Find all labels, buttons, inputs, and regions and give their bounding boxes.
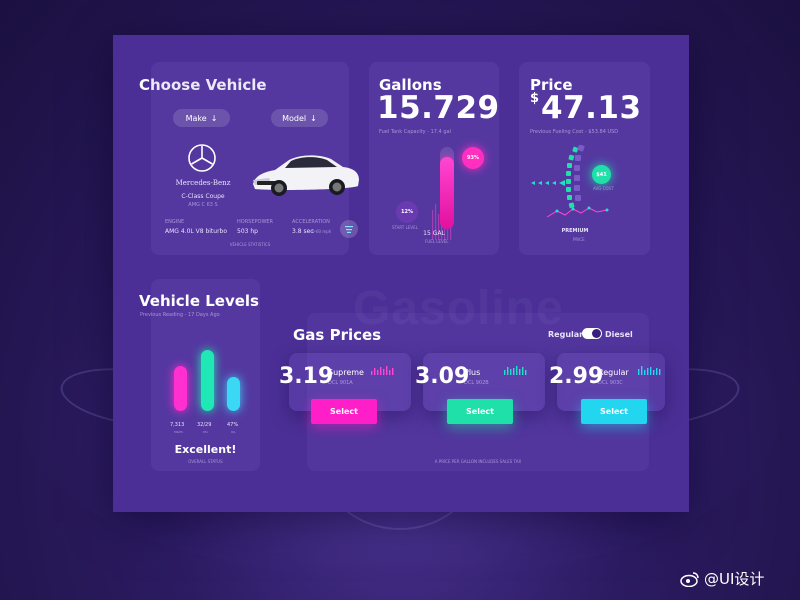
avg-cost-badge: $41 <box>592 165 611 184</box>
gallons-card: Gallons 15.729 Fuel Tank Capacity - 17.4… <box>369 62 499 255</box>
gallons-bottom-value: 15 GAL <box>423 230 445 237</box>
level-bar-psi <box>201 350 214 411</box>
level-bar-oil <box>227 377 240 411</box>
fuel-tube-fill <box>440 156 454 229</box>
start-level-badge: 12% <box>396 201 418 223</box>
price-caption: Previous Fueling Cost - $53.84 USD <box>530 129 619 135</box>
price-regular: 2.99 <box>549 364 604 389</box>
price-currency: $ <box>530 91 540 106</box>
select-plus-button[interactable]: Select <box>447 399 513 424</box>
price-value: 47.13 <box>541 90 642 126</box>
spec-label-horsepower: HORSEPOWER <box>237 219 274 225</box>
name-plus: Plus <box>464 368 481 377</box>
toggle-knob <box>592 329 601 338</box>
spec-value-horsepower: 503 hp <box>237 228 258 235</box>
model-sub: AMG C 63 S <box>188 202 218 208</box>
spec-label-acceleration: ACCELERATION <box>292 219 330 225</box>
spec-value-acceleration: 3.8 sec <box>292 228 314 235</box>
gallons-caption: Fuel Tank Capacity - 17.4 gal <box>379 129 451 135</box>
price-label: PRICE <box>573 237 585 242</box>
vehicle-statistics-caption: VEHICLE STATISTICS <box>229 242 271 247</box>
watermark-text: @UI设计 <box>704 570 765 588</box>
gas-prices-footer: A PRICE PER GALLON INCLUDES SALES TAX <box>434 459 522 464</box>
price-gauge <box>531 145 609 218</box>
spec-value-engine: AMG 4.0L V8 biturbo <box>165 228 228 235</box>
mini-chart-regular <box>638 366 661 375</box>
weibo-watermark: @UI设计 <box>680 568 764 589</box>
make-label: Make <box>185 113 207 123</box>
fuel-tube <box>440 147 454 229</box>
level-value-oil: 47% <box>227 422 239 428</box>
code-supreme: DCL 901A <box>328 380 353 386</box>
price-plus: 3.09 <box>415 364 470 389</box>
vehicle-levels-title: Vehicle Levels <box>139 292 259 310</box>
level-label-miles: MILES <box>174 430 183 434</box>
arrow-down-icon: ↓ <box>310 113 317 123</box>
fuel-top-badge: 93% <box>462 147 484 169</box>
model-dropdown[interactable]: Model ↓ <box>271 109 328 127</box>
list-filter-button[interactable] <box>340 220 358 238</box>
fuel-type-toggle[interactable] <box>582 328 602 339</box>
select-regular-button[interactable]: Select <box>581 399 647 424</box>
model-name: C-Class Coupe <box>181 193 225 200</box>
price-card: Price $ 47.13 Previous Fueling Cost - $5… <box>519 62 650 255</box>
price-tier: PREMIUM <box>561 228 589 234</box>
gas-prices-title: Gas Prices <box>293 326 382 344</box>
level-bar-miles <box>174 366 187 411</box>
name-supreme: Supreme <box>328 368 364 377</box>
name-regular: Regular <box>598 368 629 377</box>
gallons-value: 15.729 <box>377 90 500 126</box>
select-supreme-button[interactable]: Select <box>311 399 377 424</box>
overall-status: Excellent! <box>174 443 237 456</box>
code-regular: DCL 903C <box>598 380 623 386</box>
avg-cost-caption: AVG COST <box>593 186 614 191</box>
car-image <box>253 155 359 196</box>
toggle-diesel-label: Diesel <box>605 330 633 339</box>
spec-label-engine: ENGINE <box>165 219 185 225</box>
code-plus: DCL 902B <box>464 380 489 386</box>
mercedes-logo-icon <box>188 144 216 172</box>
make-dropdown[interactable]: Make ↓ <box>173 109 230 127</box>
level-value-miles: 7,313 <box>170 422 185 428</box>
price-supreme: 3.19 <box>279 364 334 389</box>
brand-name: Mercedes-Benz <box>175 179 231 187</box>
fuel-level-label: FUEL LEVEL <box>425 239 449 244</box>
mini-chart-supreme <box>371 366 394 375</box>
fuel-dashboard: Gasoline Choose Vehicle Make ↓ Model ↓ M… <box>113 35 689 512</box>
model-label: Model <box>282 113 307 123</box>
level-value-psi: 32/29 <box>197 422 212 428</box>
arrow-down-icon: ↓ <box>210 113 218 123</box>
spec-unit-acceleration: 0-60 mph <box>312 229 332 234</box>
choose-vehicle-card: Make ↓ Model ↓ Mercedes-Benz C-Class Cou… <box>151 62 359 255</box>
weibo-icon <box>680 571 699 587</box>
level-label-psi: PSI <box>203 430 208 434</box>
list-icon <box>345 225 353 233</box>
mini-chart-plus <box>504 366 527 375</box>
overall-status-caption: OVERALL STATUS <box>188 459 223 464</box>
level-label-oil: OIL <box>231 430 236 434</box>
toggle-regular-label: Regular <box>548 330 584 339</box>
vehicle-levels-caption: Previous Reading - 17 Days Ago <box>140 312 220 318</box>
